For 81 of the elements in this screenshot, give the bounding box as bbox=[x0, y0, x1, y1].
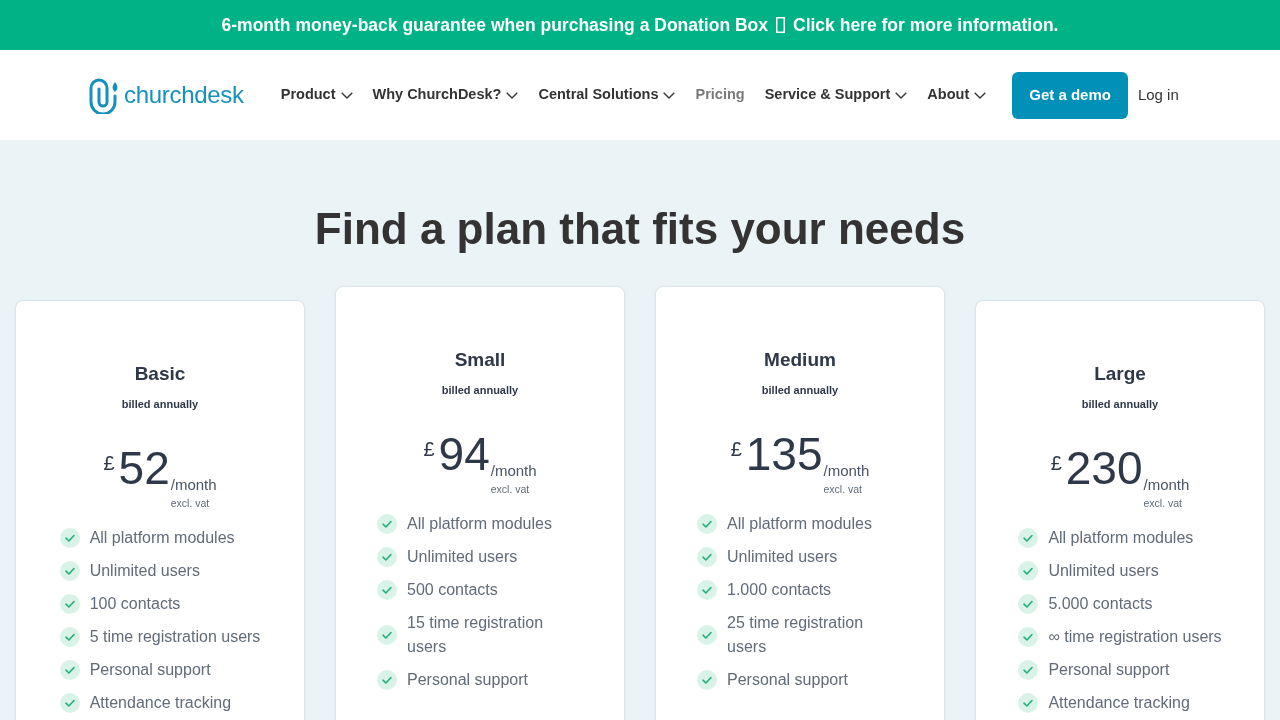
currency-symbol: £ bbox=[423, 438, 435, 459]
check-icon bbox=[1018, 627, 1039, 648]
check-icon bbox=[59, 561, 80, 582]
tax-note: excl. vat bbox=[1143, 495, 1182, 510]
tax-note: excl. vat bbox=[170, 495, 210, 510]
price-amount: 230 bbox=[1065, 444, 1143, 491]
check-icon bbox=[377, 580, 397, 601]
feature-text: 15 time registration users bbox=[407, 613, 545, 658]
feature-text: Personal support bbox=[89, 660, 211, 681]
login-link[interactable]: Log in bbox=[1137, 83, 1179, 107]
feature-text: 1.000 contacts bbox=[727, 580, 832, 601]
logo-icon[interactable] bbox=[89, 76, 119, 114]
price-amount: 135 bbox=[745, 430, 823, 477]
check-icon bbox=[697, 625, 717, 646]
feature-text: Personal support bbox=[727, 670, 848, 691]
check-icon bbox=[59, 594, 80, 615]
feature-text: All platform modules bbox=[727, 514, 872, 535]
nav-link[interactable]: Service & Support bbox=[764, 84, 908, 106]
feature-text: 100 contacts bbox=[89, 594, 181, 615]
page-heading: Find a plan that fits your needs bbox=[313, 203, 967, 255]
feature-text: All platform modules bbox=[407, 514, 552, 535]
billing-note: billed annually bbox=[760, 382, 840, 397]
logo-text[interactable]: churchdesk bbox=[124, 83, 244, 107]
price-period: /month bbox=[490, 461, 537, 480]
check-icon bbox=[697, 547, 717, 568]
feature-text: 5 time registration users bbox=[89, 627, 261, 648]
check-icon bbox=[697, 670, 717, 691]
check-icon bbox=[1018, 594, 1039, 615]
feature-text: Attendance tracking bbox=[1048, 693, 1190, 714]
check-icon bbox=[697, 514, 717, 535]
check-icon bbox=[59, 627, 80, 648]
check-icon bbox=[1018, 561, 1039, 582]
plan-name: Large bbox=[1093, 361, 1147, 386]
check-icon bbox=[59, 660, 80, 681]
tax-note: excl. vat bbox=[823, 481, 862, 496]
feature-text: Unlimited users bbox=[727, 547, 838, 568]
currency-symbol: £ bbox=[103, 452, 115, 473]
check-icon bbox=[59, 528, 80, 549]
check-icon bbox=[377, 514, 397, 535]
feature-text: Unlimited users bbox=[1048, 561, 1159, 582]
feature-text: Personal support bbox=[407, 670, 528, 691]
feature-text: 5.000 contacts bbox=[1048, 594, 1153, 615]
glyph-box-icon bbox=[776, 17, 785, 33]
nav-link[interactable]: Central Solutions bbox=[538, 84, 676, 106]
price-period: /month bbox=[170, 475, 217, 494]
price-amount: 94 bbox=[438, 430, 490, 477]
demo-button[interactable]: Get a demo bbox=[1012, 71, 1128, 119]
feature-text: Attendance tracking bbox=[89, 693, 232, 714]
billing-note: billed annually bbox=[440, 382, 520, 397]
price-amount: 52 bbox=[118, 444, 170, 491]
banner-text: 6-month money-back guarantee when purchasing a Donation Box bbox=[221, 13, 768, 37]
billing-note: billed annually bbox=[120, 396, 200, 411]
tax-note: excl. vat bbox=[490, 481, 530, 496]
check-icon bbox=[1018, 693, 1039, 714]
billing-note: billed annually bbox=[1080, 396, 1160, 411]
check-icon bbox=[697, 580, 717, 601]
feature-text: Unlimited users bbox=[89, 561, 200, 582]
check-icon bbox=[377, 670, 397, 691]
feature-text: All platform modules bbox=[1048, 528, 1194, 549]
feature-text: All platform modules bbox=[89, 528, 235, 549]
currency-symbol: £ bbox=[730, 438, 742, 459]
price-period: /month bbox=[1143, 475, 1190, 494]
price-period: /month bbox=[823, 461, 870, 480]
check-icon bbox=[377, 625, 397, 646]
check-icon bbox=[1018, 660, 1039, 681]
plan-name: Small bbox=[453, 347, 507, 372]
feature-text: ∞ time registration users bbox=[1048, 627, 1222, 648]
check-icon bbox=[1018, 528, 1039, 549]
nav-link[interactable]: Product bbox=[280, 84, 353, 106]
nav-link[interactable]: Pricing bbox=[695, 84, 745, 106]
nav-link[interactable]: About bbox=[927, 84, 987, 106]
currency-symbol: £ bbox=[1050, 452, 1062, 473]
feature-text: 25 time registration users bbox=[727, 613, 865, 658]
feature-text: Personal support bbox=[1048, 660, 1170, 681]
check-icon bbox=[377, 547, 397, 568]
feature-text: Unlimited users bbox=[407, 547, 518, 568]
feature-text: 500 contacts bbox=[407, 580, 498, 601]
nav-link[interactable]: Why ChurchDesk? bbox=[372, 84, 519, 106]
check-icon bbox=[59, 693, 80, 714]
plan-name: Medium bbox=[763, 347, 837, 372]
plan-name: Basic bbox=[133, 361, 187, 386]
